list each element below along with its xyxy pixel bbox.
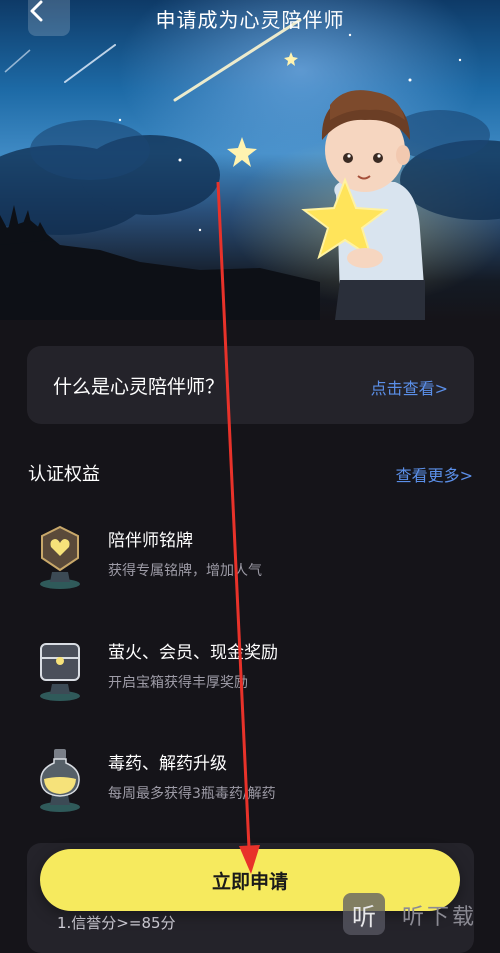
hero-banner: 申请成为心灵陪伴师 <box>0 0 500 320</box>
benefit-item-potion: 毒药、解药升级 每周最多获得3瓶毒药/解药 <box>30 745 470 825</box>
benefit-desc: 获得专属铭牌，增加人气 <box>108 563 262 579</box>
watermark-text: 听下载 <box>402 905 478 930</box>
watermark-logo-icon: 听 <box>343 893 385 935</box>
badge-icon <box>40 525 80 589</box>
benefit-title: 毒药、解药升级 <box>108 754 227 774</box>
benefit-desc: 每周最多获得3瓶毒药/解药 <box>108 786 276 802</box>
hero-illustration <box>0 18 500 320</box>
view-details-link[interactable]: 点击查看> <box>371 375 448 399</box>
what-is-companion-card[interactable]: 什么是心灵陪伴师？ 点击查看> <box>27 346 474 424</box>
benefit-item-rewards: 萤火、会员、现金奖励 开启宝箱获得丰厚奖励 <box>30 634 470 714</box>
potion-bottle-icon <box>40 749 80 812</box>
info-question: 什么是心灵陪伴师？ <box>53 376 225 398</box>
requirement-credit-score: 1.信誉分>=85分 <box>57 914 176 932</box>
benefit-item-badge: 陪伴师铭牌 获得专属铭牌，增加人气 <box>30 522 470 602</box>
page-title: 申请成为心灵陪伴师 <box>155 8 345 32</box>
apply-now-button[interactable]: 立即申请 <box>40 849 460 911</box>
view-more-link[interactable]: 查看更多> <box>396 462 473 486</box>
treasure-chest-icon <box>40 643 80 701</box>
benefit-title: 陪伴师铭牌 <box>108 531 193 551</box>
benefit-title: 萤火、会员、现金奖励 <box>108 643 278 663</box>
benefits-section-title: 认证权益 <box>28 464 100 485</box>
benefit-desc: 开启宝箱获得丰厚奖励 <box>108 675 248 691</box>
